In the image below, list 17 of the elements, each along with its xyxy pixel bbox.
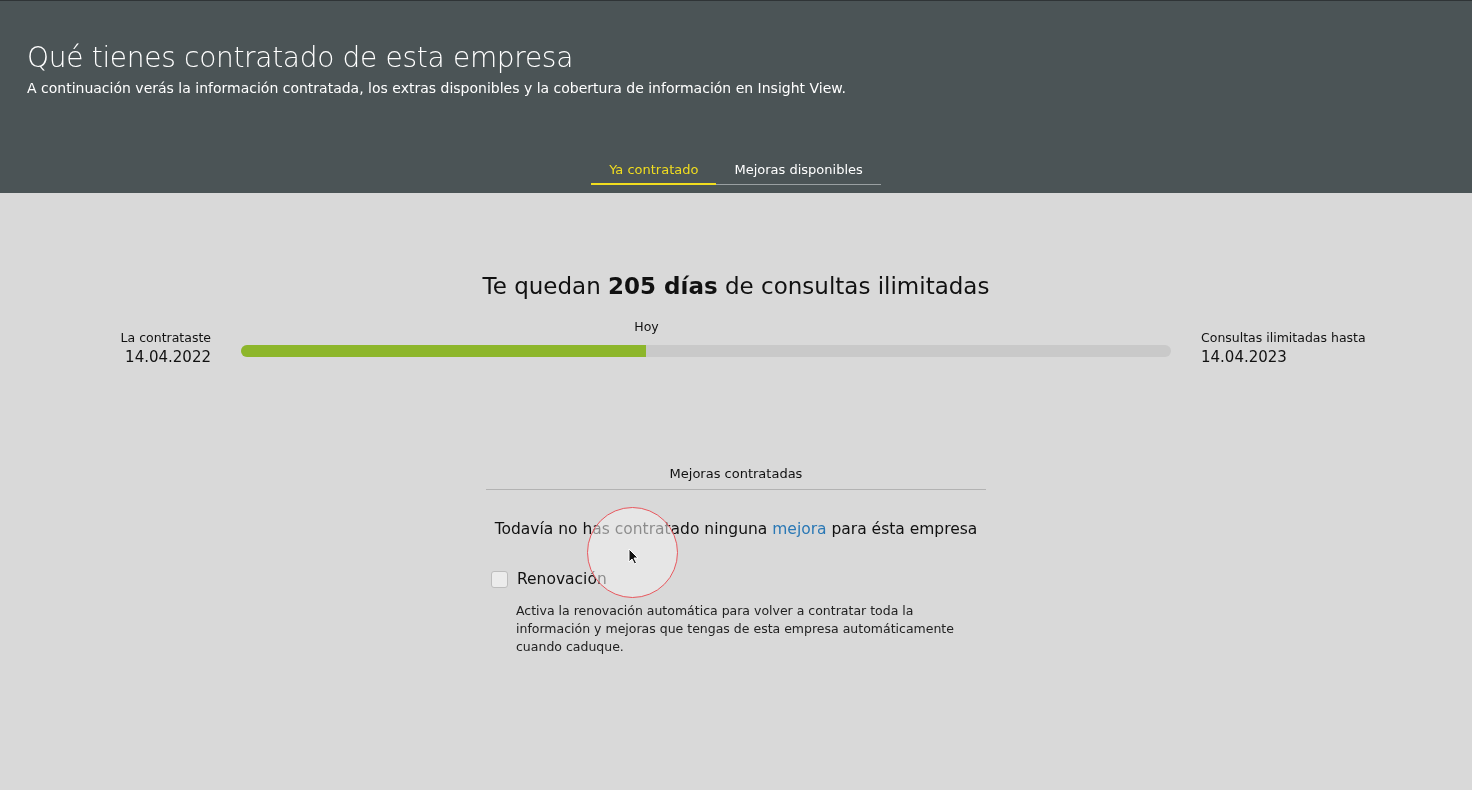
page-title: Qué tienes contratado de esta empresa	[27, 41, 575, 74]
renewal-checkbox[interactable]	[491, 570, 508, 588]
tab[interactable]: Ya contratado	[591, 162, 717, 185]
start-label: La contrataste	[120, 330, 211, 345]
days-remaining-headline: Te quedan 205 días de consultas ilimitadas	[482, 273, 990, 299]
section-title: Mejoras contratadas	[486, 466, 986, 490]
end-label: Consultas ilimitadas hasta	[1201, 330, 1366, 345]
upgrade-link[interactable]: mejora	[772, 520, 827, 538]
start-date: 14.04.2022	[125, 348, 211, 366]
page-subtitle: A continuación verás la información contratada, los extras disponibles y la cobertura de información en Insight View.	[27, 80, 847, 96]
renewal-label: Renovación	[517, 570, 607, 588]
mouse-pointer-icon	[628, 548, 639, 565]
end-date: 14.04.2023	[1201, 348, 1287, 366]
renewal-description: Activa la renovación automática para volver a contratar toda la información y mejoras que tengas de esta empresa automáticamente cuando caduque.	[516, 602, 955, 656]
tab[interactable]: Mejoras disponibles	[716, 162, 881, 185]
empty-message: Todavía no has contratado ninguna mejora para ésta empresa	[493, 520, 979, 538]
today-label: Hoy	[634, 319, 659, 334]
